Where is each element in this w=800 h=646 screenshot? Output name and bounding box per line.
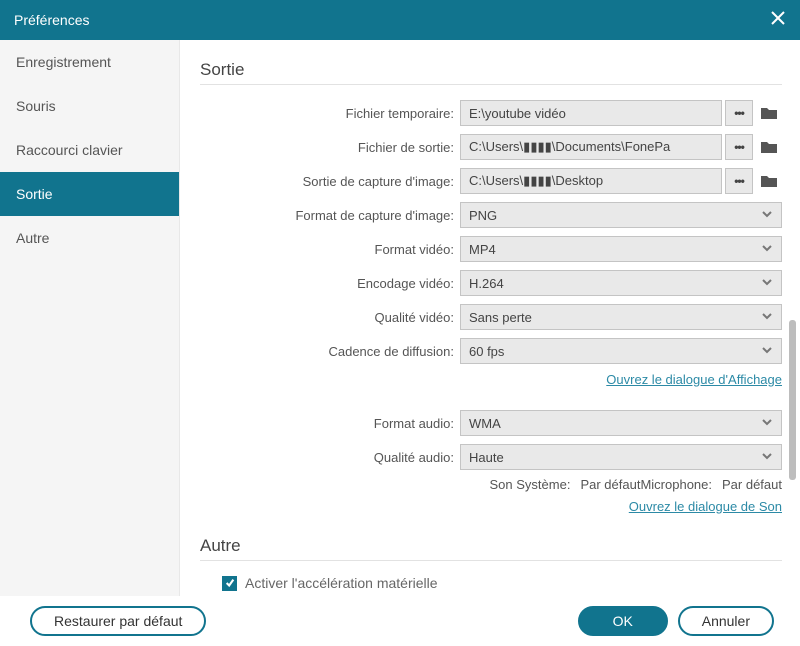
row-img-format: Format de capture d'image: PNG bbox=[200, 201, 782, 229]
footer: Restaurer par défaut OK Annuler bbox=[0, 596, 800, 646]
label-output-file: Fichier de sortie: bbox=[200, 140, 460, 155]
section-title-autre: Autre bbox=[200, 536, 782, 561]
label-hw-accel: Activer l'accélération matérielle bbox=[245, 575, 438, 591]
select-img-format[interactable]: PNG bbox=[460, 202, 782, 228]
sidebar-item-raccourci[interactable]: Raccourci clavier bbox=[0, 128, 179, 172]
sidebar: Enregistrement Souris Raccourci clavier … bbox=[0, 40, 180, 596]
select-fps[interactable]: 60 fps bbox=[460, 338, 782, 364]
sidebar-item-autre[interactable]: Autre bbox=[0, 216, 179, 260]
row-aud-format: Format audio: WMA bbox=[200, 409, 782, 437]
input-temp-file[interactable]: E:\youtube vidéo bbox=[460, 100, 722, 126]
row-fps: Cadence de diffusion: 60 fps bbox=[200, 337, 782, 365]
sidebar-item-enregistrement[interactable]: Enregistrement bbox=[0, 40, 179, 84]
folder-icon[interactable] bbox=[756, 134, 782, 160]
select-value: Sans perte bbox=[469, 310, 532, 325]
select-value: PNG bbox=[469, 208, 497, 223]
close-icon[interactable] bbox=[770, 10, 786, 31]
row-sound-defaults: Son Système:Par défaut Microphone:Par dé… bbox=[200, 477, 782, 492]
row-vid-format: Format vidéo: MP4 bbox=[200, 235, 782, 263]
window-title: Préférences bbox=[14, 12, 89, 28]
select-value: 60 fps bbox=[469, 344, 504, 359]
folder-icon[interactable] bbox=[756, 168, 782, 194]
chevron-down-icon bbox=[761, 450, 773, 465]
label-img-format: Format de capture d'image: bbox=[200, 208, 460, 223]
select-vid-quality[interactable]: Sans perte bbox=[460, 304, 782, 330]
browse-button-output[interactable]: ••• bbox=[725, 134, 753, 160]
select-value: Haute bbox=[469, 450, 504, 465]
value-syssound: Par défaut bbox=[580, 477, 640, 492]
scrollbar-thumb[interactable] bbox=[789, 320, 796, 480]
folder-icon[interactable] bbox=[756, 100, 782, 126]
chevron-down-icon bbox=[761, 276, 773, 291]
row-hw-accel[interactable]: Activer l'accélération matérielle bbox=[200, 575, 782, 591]
row-vid-quality: Qualité vidéo: Sans perte bbox=[200, 303, 782, 331]
row-temp-file: Fichier temporaire: E:\youtube vidéo ••• bbox=[200, 99, 782, 127]
chevron-down-icon bbox=[761, 242, 773, 257]
label-syssound: Son Système: bbox=[490, 477, 571, 492]
main-area: Enregistrement Souris Raccourci clavier … bbox=[0, 40, 800, 596]
label-img-output: Sortie de capture d'image: bbox=[200, 174, 460, 189]
chevron-down-icon bbox=[761, 310, 773, 325]
link-sound-dialog[interactable]: Ouvrez le dialogue de Son bbox=[629, 499, 782, 514]
chevron-down-icon bbox=[761, 416, 773, 431]
row-img-output: Sortie de capture d'image: C:\Users\▮▮▮▮… bbox=[200, 167, 782, 195]
restore-defaults-button[interactable]: Restaurer par défaut bbox=[30, 606, 206, 636]
select-aud-format[interactable]: WMA bbox=[460, 410, 782, 436]
chevron-down-icon bbox=[761, 208, 773, 223]
sidebar-item-sortie[interactable]: Sortie bbox=[0, 172, 179, 216]
row-vid-enc: Encodage vidéo: H.264 bbox=[200, 269, 782, 297]
label-aud-quality: Qualité audio: bbox=[200, 450, 460, 465]
input-img-output[interactable]: C:\Users\▮▮▮▮\Desktop bbox=[460, 168, 722, 194]
input-output-file[interactable]: C:\Users\▮▮▮▮\Documents\FonePa bbox=[460, 134, 722, 160]
label-vid-format: Format vidéo: bbox=[200, 242, 460, 257]
link-display-dialog[interactable]: Ouvrez le dialogue d'Affichage bbox=[606, 372, 782, 387]
row-output-file: Fichier de sortie: C:\Users\▮▮▮▮\Documen… bbox=[200, 133, 782, 161]
checkbox-hw-accel[interactable] bbox=[222, 576, 237, 591]
cancel-button[interactable]: Annuler bbox=[678, 606, 774, 636]
row-aud-quality: Qualité audio: Haute bbox=[200, 443, 782, 471]
label-aud-format: Format audio: bbox=[200, 416, 460, 431]
select-vid-enc[interactable]: H.264 bbox=[460, 270, 782, 296]
chevron-down-icon bbox=[761, 344, 773, 359]
select-value: MP4 bbox=[469, 242, 496, 257]
label-mic: Microphone: bbox=[640, 477, 712, 492]
section-title-sortie: Sortie bbox=[200, 60, 782, 85]
select-value: H.264 bbox=[469, 276, 504, 291]
select-vid-format[interactable]: MP4 bbox=[460, 236, 782, 262]
titlebar: Préférences bbox=[0, 0, 800, 40]
label-vid-enc: Encodage vidéo: bbox=[200, 276, 460, 291]
value-mic: Par défaut bbox=[722, 477, 782, 492]
label-vid-quality: Qualité vidéo: bbox=[200, 310, 460, 325]
browse-button-img-output[interactable]: ••• bbox=[725, 168, 753, 194]
label-temp-file: Fichier temporaire: bbox=[200, 106, 460, 121]
ok-button[interactable]: OK bbox=[578, 606, 668, 636]
select-value: WMA bbox=[469, 416, 501, 431]
sidebar-item-souris[interactable]: Souris bbox=[0, 84, 179, 128]
select-aud-quality[interactable]: Haute bbox=[460, 444, 782, 470]
browse-button-temp[interactable]: ••• bbox=[725, 100, 753, 126]
label-fps: Cadence de diffusion: bbox=[200, 344, 460, 359]
content-panel: Sortie Fichier temporaire: E:\youtube vi… bbox=[180, 40, 800, 596]
